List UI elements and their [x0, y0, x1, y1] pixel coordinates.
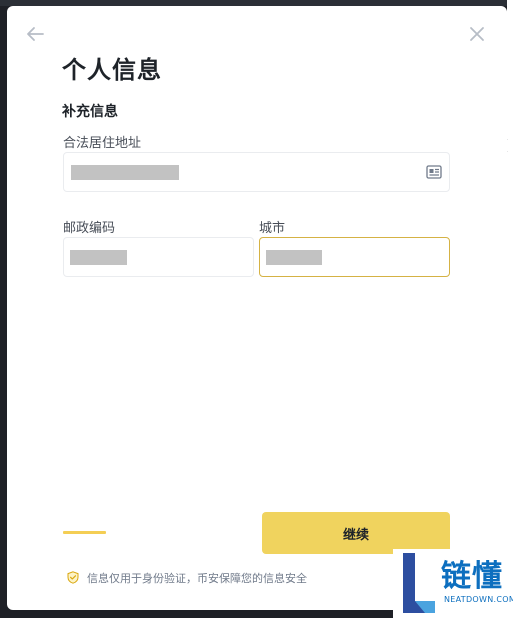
- close-icon[interactable]: [465, 22, 489, 46]
- continue-button[interactable]: 继续: [262, 512, 450, 554]
- address-card-icon[interactable]: [426, 165, 442, 179]
- city-input[interactable]: [259, 237, 450, 277]
- step-progress-bar: [63, 531, 106, 534]
- postcode-input[interactable]: [63, 237, 254, 277]
- redacted-address-value: [71, 165, 179, 180]
- personal-info-dialog: 个人信息 补充信息 合法居住地址 邮政编码 城市 继续 信息仅用于身份验证，币安…: [7, 6, 507, 610]
- address-input[interactable]: [63, 152, 450, 192]
- postcode-label: 邮政编码: [63, 221, 116, 236]
- page-title: 个人信息: [62, 56, 162, 84]
- redacted-postcode-value: [70, 250, 127, 265]
- section-title: 补充信息: [62, 104, 118, 120]
- watermark: 链懂 NEATDOWN.COM: [393, 549, 513, 618]
- watermark-logo-icon: [403, 553, 435, 613]
- shield-check-icon: [67, 571, 79, 584]
- redacted-city-value: [266, 250, 322, 265]
- watermark-brand: 链懂: [441, 559, 503, 594]
- background-right-strip: [507, 0, 513, 618]
- city-label: 城市: [259, 221, 286, 236]
- watermark-domain: NEATDOWN.COM: [444, 595, 513, 604]
- privacy-notice: 信息仅用于身份验证，币安保障您的信息安全: [87, 572, 307, 585]
- address-label: 合法居住地址: [63, 136, 142, 151]
- back-arrow-icon[interactable]: [23, 22, 47, 46]
